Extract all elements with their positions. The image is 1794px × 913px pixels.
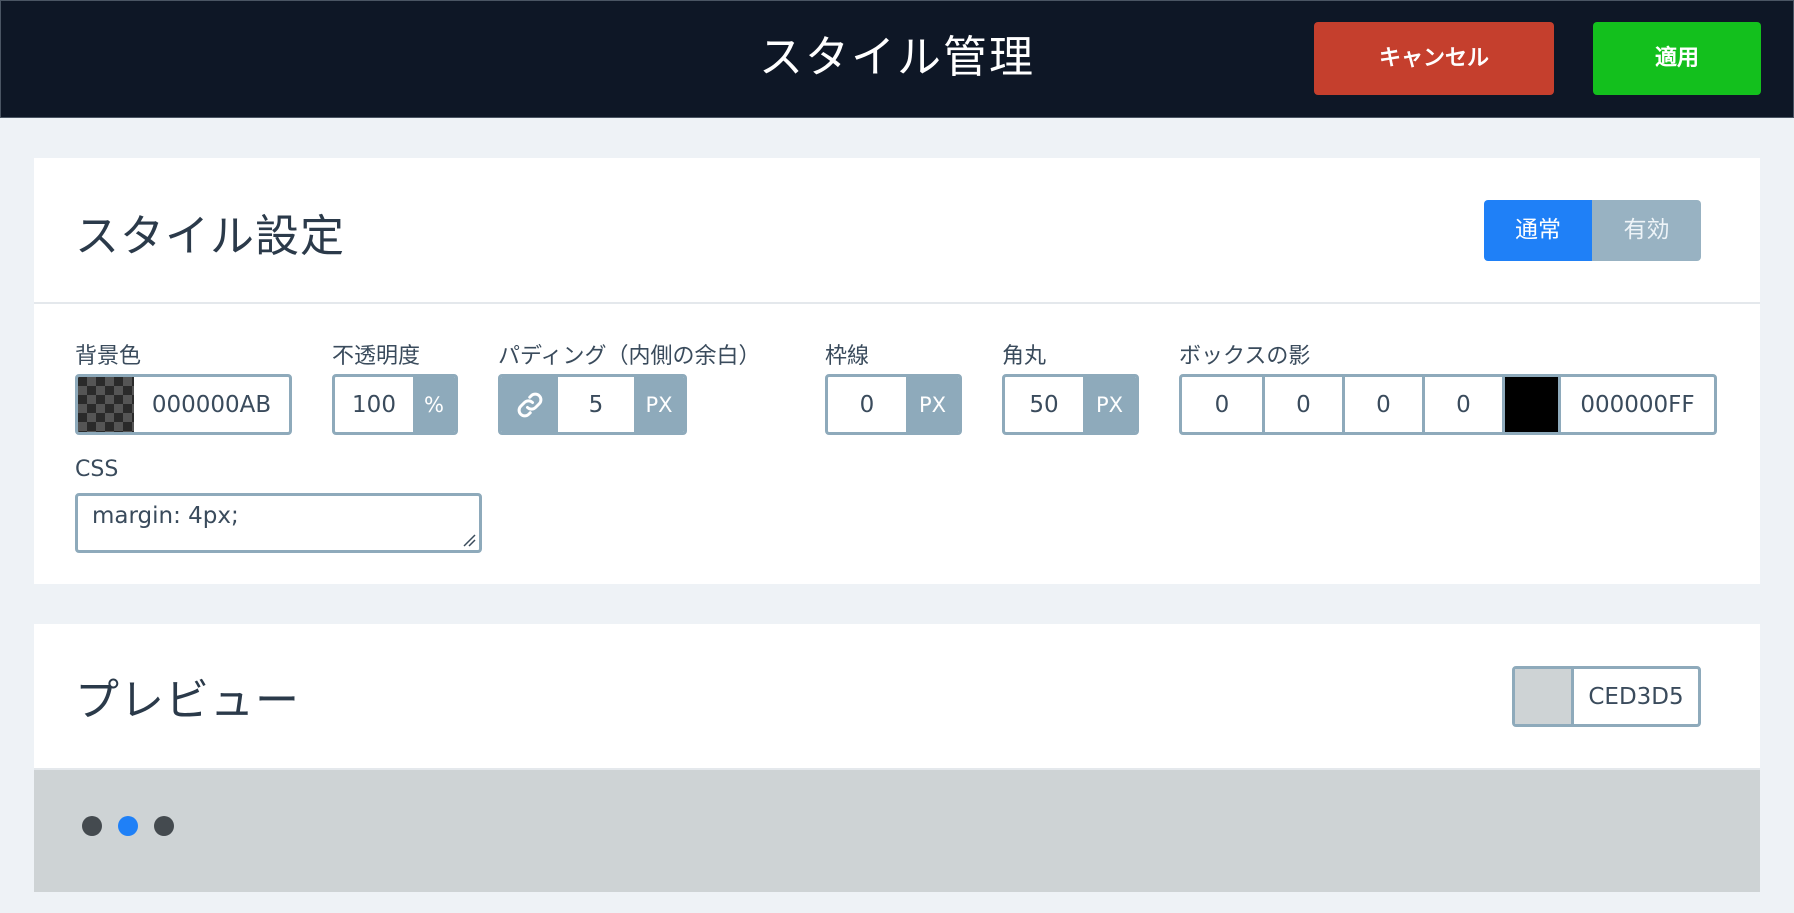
shadow-x-input[interactable]: 0 — [1182, 377, 1262, 432]
background-color-input[interactable]: 000000AB — [134, 377, 289, 432]
apply-button[interactable]: 適用 — [1593, 22, 1761, 95]
opacity-input[interactable]: 100 — [335, 377, 413, 432]
shadow-color-swatch[interactable] — [1502, 377, 1558, 432]
state-toggle: 通常 有効 — [1484, 200, 1701, 261]
preview-color-swatch[interactable] — [1515, 669, 1571, 724]
shadow-color-input[interactable]: 000000FF — [1558, 377, 1714, 432]
border-input[interactable]: 0 — [828, 377, 906, 432]
radius-label: 角丸 — [1002, 344, 1047, 369]
radius-input[interactable]: 50 — [1005, 377, 1083, 432]
radius-field: 50 PX — [1002, 374, 1139, 435]
css-text: margin: 4px; — [92, 503, 239, 529]
border-field: 0 PX — [825, 374, 962, 435]
cancel-button[interactable]: キャンセル — [1314, 22, 1554, 95]
preview-card: プレビュー CED3D5 — [34, 624, 1760, 892]
style-settings-header: スタイル設定 通常 有効 — [34, 158, 1760, 304]
padding-unit: PX — [634, 377, 684, 432]
color-swatch[interactable] — [78, 377, 134, 432]
preview-color-input[interactable]: CED3D5 — [1571, 669, 1698, 724]
opacity-label: 不透明度 — [332, 344, 421, 369]
background-color-field: 000000AB — [75, 374, 292, 435]
box-shadow-label: ボックスの影 — [1179, 344, 1311, 369]
border-label: 枠線 — [825, 344, 870, 369]
preview-title: プレビュー — [75, 675, 300, 726]
padding-input[interactable]: 5 — [558, 377, 634, 432]
link-icon[interactable] — [501, 377, 558, 432]
preview-header: プレビュー CED3D5 — [34, 624, 1760, 770]
preview-color-field: CED3D5 — [1512, 666, 1701, 727]
top-bar: スタイル管理 キャンセル 適用 — [0, 0, 1794, 118]
css-textarea[interactable]: margin: 4px; — [75, 493, 482, 553]
background-color-label: 背景色 — [75, 344, 142, 369]
padding-label: パディング（内側の余白） — [498, 344, 761, 369]
opacity-unit: % — [413, 377, 455, 432]
shadow-spread-input[interactable]: 0 — [1422, 377, 1502, 432]
style-settings-title: スタイル設定 — [75, 211, 345, 262]
toggle-normal[interactable]: 通常 — [1484, 200, 1592, 261]
border-unit: PX — [906, 377, 959, 432]
css-label: CSS — [75, 457, 119, 482]
preview-area — [34, 770, 1760, 892]
resize-grip-icon[interactable] — [462, 533, 476, 547]
toggle-active[interactable]: 有効 — [1592, 200, 1701, 261]
opacity-field: 100 % — [332, 374, 458, 435]
padding-field: 5 PX — [498, 374, 687, 435]
radius-unit: PX — [1083, 377, 1136, 432]
style-settings-card: スタイル設定 通常 有効 背景色 000000AB 不透明度 100 % パディ… — [34, 158, 1760, 584]
shadow-blur-input[interactable]: 0 — [1342, 377, 1422, 432]
box-shadow-field: 0 0 0 0 000000FF — [1179, 374, 1717, 435]
shadow-y-input[interactable]: 0 — [1262, 377, 1342, 432]
preview-dot-active[interactable] — [118, 816, 138, 836]
preview-dot[interactable] — [82, 816, 102, 836]
preview-dot[interactable] — [154, 816, 174, 836]
